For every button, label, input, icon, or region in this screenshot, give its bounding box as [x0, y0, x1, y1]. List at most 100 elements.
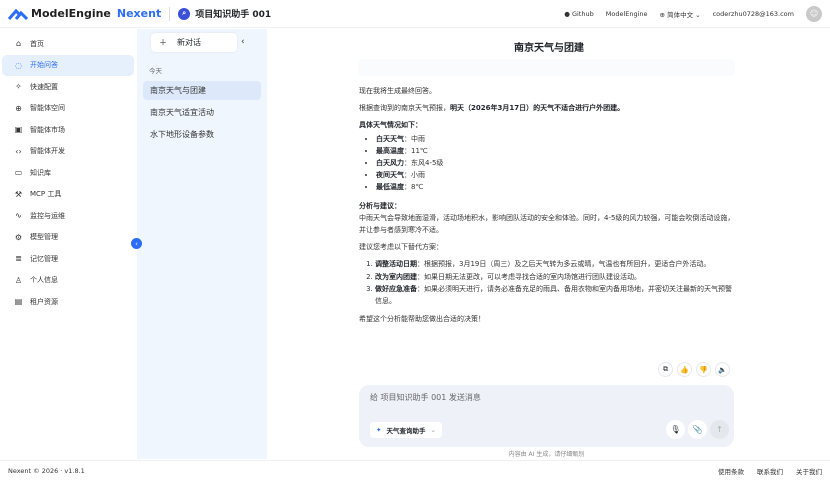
- thumbs-up-icon[interactable]: 👍: [677, 362, 692, 377]
- sidebar-item[interactable]: ≣ 记忆管理: [2, 248, 134, 270]
- logo[interactable]: ModelEngine Nexent: [8, 7, 161, 20]
- sidebar-item[interactable]: ⚙ 模型管理: [2, 227, 134, 249]
- detail-key: 白天风力: [376, 159, 404, 168]
- sidebar-item[interactable]: ◌ 开始问答: [2, 54, 134, 76]
- detail-key: 最高温度: [376, 146, 404, 155]
- github-link[interactable]: ● Github: [564, 10, 594, 18]
- sidebar-item-label: 模型管理: [30, 233, 58, 242]
- message-actions: ⧉ 👍 👎 🔈: [658, 362, 730, 377]
- about-link[interactable]: 关于我们: [796, 466, 822, 476]
- sidebar-item[interactable]: ▣ 智能体市场: [2, 119, 134, 141]
- user-email[interactable]: coderzhu0728@163.com: [713, 10, 794, 18]
- brand-accent: Nexent: [116, 7, 162, 20]
- page-title: 南京天气与团建: [514, 43, 584, 54]
- alternative-key: 调整活动日期: [375, 260, 417, 269]
- sidebar-item-label: 监控与运维: [30, 211, 65, 220]
- sidebar-item-label: 租户资源: [30, 297, 58, 306]
- sidebar: ⌂ 首页 ◌ 开始问答 ✧ 快速配置 ⊕ 智能体空间 ▣ 智能体市场 ‹› 智能体开发 ▭ 知识库 ⚒ MCP…: [0, 29, 136, 459]
- language-label: 简体中文: [667, 10, 694, 19]
- footer: Nexent © 2026 · v1.8.1 使用条款 联系我们 关于我们: [0, 460, 830, 480]
- chat-main: 南京天气与团建 现在我将生成最终回答。 根据查询到的南京天气预报，明天（2026…: [268, 29, 830, 459]
- sidebar-item-label: 智能体市场: [30, 125, 65, 134]
- details-list: 白天天气：中雨最高温度：11℃ 白天风力：东风4-5级夜间天气：小雨最低温度：8℃: [359, 133, 737, 194]
- analysis-text: 中雨天气会导致地面湿滑，活动场地积水，影响团队活动的安全和体验。同时，4-5级的…: [359, 213, 735, 235]
- alternative-item: 调整活动日期：根据预报，3月19日（周三）及之后天气转为多云或晴，气温也有所回升…: [375, 258, 737, 270]
- sidebar-item-label: 记忆管理: [30, 254, 58, 263]
- sidebar-item[interactable]: ∿ 监控与运维: [2, 205, 134, 227]
- divider: [169, 6, 171, 21]
- detail-value: ：中雨: [404, 134, 425, 143]
- github-icon: ●: [564, 9, 570, 18]
- sidebar-item[interactable]: ‹› 智能体开发: [2, 141, 134, 163]
- message-input[interactable]: 给 项目知识助手 001 发送消息 ✦ 天气查询助手 ⌄ 🎙 📎 ↑: [359, 385, 734, 447]
- sidebar-item[interactable]: ⊕ 智能体空间: [2, 98, 134, 120]
- detail-item: 白天天气：中雨: [376, 133, 737, 145]
- detail-item: 最低温度：8℃: [376, 181, 737, 193]
- detail-key: 白天天气: [376, 134, 404, 143]
- chart-icon: ∿: [15, 211, 22, 221]
- sidebar-collapse-button[interactable]: ‹: [131, 238, 142, 249]
- summary-bold: 明天（2026年3月17日）的天气不适合进行户外团建。: [450, 104, 625, 113]
- chevron-down-icon: ⌄: [430, 426, 436, 434]
- building-icon: ▤: [14, 297, 23, 307]
- arrow-up-icon: ↑: [716, 425, 723, 434]
- alternatives-intro: 建议您考虑以下替代方案：: [359, 243, 443, 252]
- collapse-list-chevron-icon[interactable]: ‹: [241, 37, 245, 47]
- conversation-item[interactable]: 南京天气适宜活动: [143, 103, 261, 122]
- detail-value: ：11℃: [404, 146, 428, 155]
- thinking-block[interactable]: [358, 59, 735, 76]
- alternative-value: ：如果必须明天进行，请务必准备充足的雨具、备用衣物和室内备用场地，并密切关注最新…: [375, 284, 732, 306]
- sidebar-item[interactable]: ♙ 个人信息: [2, 270, 134, 292]
- alternative-value: ：根据预报，3月19日（周三）及之后天气转为多云或晴，气温也有所回升，更适合户外…: [417, 260, 711, 269]
- detail-key: 最低温度: [376, 183, 404, 192]
- alternative-item: 改为室内团建：如果日期无法更改，可以考虑寻找合适的室内场馆进行团队建设活动。: [375, 271, 737, 283]
- speaker-icon[interactable]: 🔈: [715, 362, 730, 377]
- contact-link[interactable]: 联系我们: [757, 466, 783, 476]
- modelengine-link[interactable]: ModelEngine: [606, 10, 648, 18]
- database-icon: ≣: [15, 254, 22, 264]
- sidebar-item[interactable]: ⌂ 首页: [2, 33, 134, 55]
- sidebar-item-label: 快速配置: [30, 82, 58, 91]
- avatar[interactable]: ☺: [806, 5, 822, 22]
- copyright: Nexent © 2026 · v1.8.1: [8, 466, 85, 475]
- sidebar-item[interactable]: ⚒ MCP 工具: [2, 184, 134, 206]
- thumbs-down-icon[interactable]: 👎: [696, 362, 711, 377]
- conversation-item[interactable]: 水下地形设备参数: [143, 125, 261, 144]
- sidebar-item[interactable]: ✧ 快速配置: [2, 76, 134, 98]
- sidebar-item-label: MCP 工具: [30, 190, 62, 199]
- attach-button[interactable]: 📎: [688, 420, 707, 439]
- microphone-button[interactable]: 🎙: [666, 420, 685, 439]
- alternative-key: 改为室内团建: [375, 272, 417, 281]
- summary-prefix: 根据查询到的南京天气预报，: [359, 104, 450, 113]
- tool-select[interactable]: ✦ 天气查询助手 ⌄: [370, 422, 442, 438]
- code-icon: ‹›: [15, 146, 22, 156]
- intro-text: 现在我将生成最终回答。: [359, 87, 436, 95]
- detail-key: 夜间天气: [376, 171, 404, 180]
- summary-text: 根据查询到的南京天气预报，明天（2026年3月17日）的天气不适合进行户外团建。: [359, 102, 737, 114]
- home-icon: ⌂: [15, 39, 22, 49]
- group-label: 今天: [149, 67, 162, 75]
- new-chat-button[interactable]: ＋ 新对话: [151, 33, 237, 52]
- sidebar-item-label: 知识库: [30, 168, 51, 177]
- details-title: 具体天气情况如下：: [359, 121, 422, 130]
- sidebar-item[interactable]: ▭ 知识库: [2, 162, 134, 184]
- sidebar-item[interactable]: ▤ 租户资源: [2, 291, 134, 313]
- current-agent: ⌕ 项目知识助手 001: [178, 7, 271, 20]
- github-label: Github: [571, 9, 594, 18]
- conversation-item[interactable]: 南京天气与团建: [143, 81, 261, 100]
- detail-item: 白天风力：东风4-5级: [376, 157, 737, 169]
- sidebar-item-label: 开始问答: [30, 61, 58, 70]
- assistant-message: 现在我将生成最终回答。 根据查询到的南京天气预报，明天（2026年3月17日）的…: [359, 85, 737, 330]
- input-placeholder[interactable]: 给 项目知识助手 001 发送消息: [370, 392, 481, 403]
- store-icon: ▣: [14, 125, 23, 135]
- detail-value: ：小雨: [404, 171, 425, 180]
- ai-disclaimer: 内容由 AI 生成，请仔细甄别: [508, 451, 585, 458]
- language-select[interactable]: ⊕ 简体中文 ⌄: [660, 9, 701, 19]
- alternatives-list: 调整活动日期：根据预报，3月19日（周三）及之后天气转为多云或晴，气温也有所回升…: [359, 258, 737, 307]
- copy-icon[interactable]: ⧉: [658, 362, 673, 377]
- agent-name: 项目知识助手 001: [195, 10, 272, 20]
- sidebar-item-label: 智能体开发: [30, 147, 65, 156]
- terms-link[interactable]: 使用条款: [718, 466, 744, 476]
- send-button[interactable]: ↑: [710, 420, 729, 439]
- tool-icon: ⚒: [14, 189, 23, 199]
